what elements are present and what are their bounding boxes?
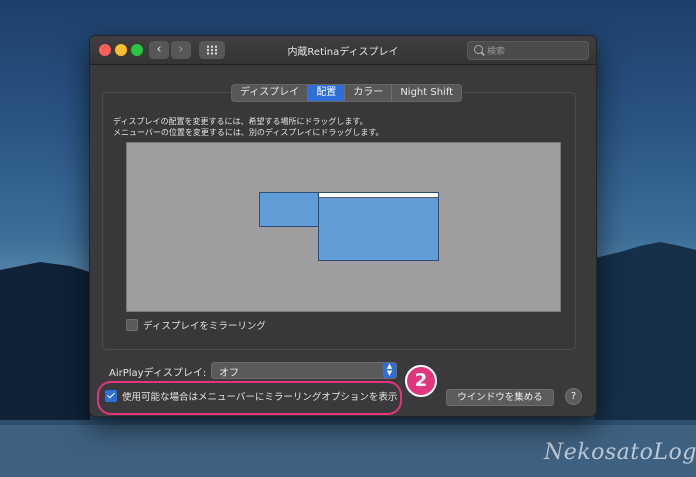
- instruction-line-1: ディスプレイの配置を変更するには、希望する場所にドラッグします。: [113, 117, 368, 126]
- display-arrangement-canvas: [126, 142, 561, 312]
- gather-windows-button[interactable]: ウインドウを集める: [446, 389, 554, 406]
- annotation-highlight-ring: [97, 381, 402, 415]
- watermark-text: NekosatoLog: [544, 440, 696, 465]
- menu-bar-handle[interactable]: [319, 193, 438, 198]
- external-display-thumbnail[interactable]: [259, 192, 319, 227]
- search-field[interactable]: 検索: [467, 41, 589, 60]
- mirror-displays-option[interactable]: ディスプレイをミラーリング: [126, 318, 266, 332]
- tab-color[interactable]: カラー: [345, 85, 393, 101]
- annotation-step-badge: 2: [405, 365, 437, 397]
- tab-night-shift[interactable]: Night Shift: [392, 85, 461, 101]
- help-button[interactable]: ?: [565, 388, 582, 405]
- arrangement-instructions: ディスプレイの配置を変更するには、希望する場所にドラッグします。 メニューバーの…: [113, 116, 384, 138]
- airplay-display-label: AirPlayディスプレイ:: [109, 368, 207, 379]
- search-icon: [474, 45, 483, 54]
- search-placeholder: 検索: [487, 47, 506, 57]
- main-display-thumbnail[interactable]: [318, 192, 439, 261]
- instruction-line-2: メニューバーの位置を変更するには、別のディスプレイにドラッグします。: [113, 128, 384, 137]
- system-preferences-window: ‹ › 内蔵Retinaディスプレイ 検索 ディスプレイ 配置 カラー Nigh…: [89, 35, 597, 417]
- mirror-displays-label: ディスプレイをミラーリング: [143, 321, 266, 332]
- updown-chevron-icon: ▲ ▼: [383, 363, 396, 378]
- title-bar: ‹ › 内蔵Retinaディスプレイ 検索: [90, 36, 596, 65]
- tab-display[interactable]: ディスプレイ: [232, 85, 309, 101]
- airplay-display-select[interactable]: オフ ▲ ▼: [211, 362, 397, 379]
- tab-bar: ディスプレイ 配置 カラー Night Shift: [231, 84, 463, 102]
- mirror-displays-checkbox[interactable]: [126, 319, 138, 331]
- tab-arrangement[interactable]: 配置: [308, 85, 346, 101]
- airplay-selected-value: オフ: [219, 368, 239, 379]
